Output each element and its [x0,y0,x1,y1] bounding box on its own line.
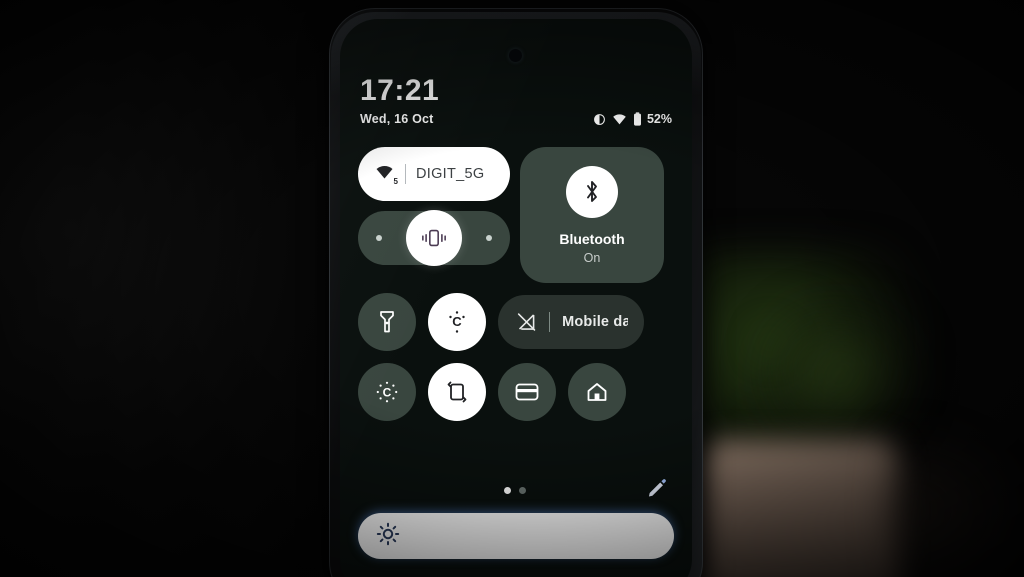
background-plant-pot [700,440,900,577]
bluetooth-icon [566,165,618,218]
tile-divider [405,164,406,184]
background-dark-area [0,0,360,577]
status-icon-group: 52% [593,112,672,126]
wallet-card-icon [515,383,539,401]
wifi-band-badge: 5 [393,176,398,186]
quick-settings-row-3: C [358,363,674,421]
auto-rotate-icon [447,381,467,403]
page-dot-2[interactable] [519,487,526,494]
mobile-data-label[interactable]: Mobile da [562,314,628,330]
clock-time: 17:21 [360,74,440,107]
tile-divider [549,312,551,332]
brightness-auto-tile[interactable]: C [358,363,416,421]
mobile-data-off-icon [517,313,536,331]
photo-scene: 17:21 Wed, 16 Oct 52% 5 DIGIT_5G Bluetoo… [0,0,1024,577]
battery-percentage: 52% [646,112,672,126]
adaptive-brightness-tile[interactable]: C [428,293,486,351]
device-controls-tile[interactable] [568,363,626,421]
front-camera-punch-hole [509,49,522,62]
svg-text:C: C [452,314,462,329]
ringer-mode-tile[interactable] [358,210,510,266]
adaptive-brightness-icon: C [449,311,465,333]
brightness-auto-icon: C [376,381,398,403]
quick-settings-panel: 5 DIGIT_5G Bluetooth On C Mobile da C [358,147,674,433]
brightness-sun-icon [376,522,400,551]
ringer-selected-vibrate[interactable] [406,210,462,266]
battery-icon [633,112,642,126]
clock-date: Wed, 16 Oct [360,112,434,126]
phone-device: 17:21 Wed, 16 Oct 52% 5 DIGIT_5G Bluetoo… [329,8,703,577]
wifi-tile[interactable]: 5 DIGIT_5G [358,147,510,201]
status-bar-row: Wed, 16 Oct 52% [360,112,672,126]
bluetooth-tile-title: Bluetooth [559,230,625,247]
edit-tiles-button[interactable] [646,477,668,504]
quick-settings-row-2: C Mobile da [358,293,674,351]
background-shadow [880,420,1024,577]
vibrate-icon [422,229,446,247]
pencil-edit-icon [648,479,666,497]
bluetooth-tile-status: On [583,250,601,265]
bluetooth-tile[interactable]: Bluetooth On [520,147,664,283]
svg-text:C: C [383,386,392,400]
wifi-ssid-label[interactable]: DIGIT_5G [416,166,484,182]
mobile-data-tile[interactable]: Mobile da [498,295,644,349]
quick-settings-footer [358,477,674,504]
vibrate-icon [593,113,606,126]
brightness-slider[interactable] [358,513,674,559]
ringer-option-silent[interactable] [376,235,382,241]
quick-settings-row-1: 5 DIGIT_5G Bluetooth On [358,147,674,283]
flashlight-icon [380,311,394,333]
home-icon [587,383,607,401]
wifi-icon: 5 [374,164,398,186]
auto-rotate-tile[interactable] [428,363,486,421]
ringer-option-ring[interactable] [486,235,492,241]
page-dot-1-active[interactable] [504,487,511,494]
flashlight-tile[interactable] [358,293,416,351]
wifi-icon [612,113,627,125]
wallet-tile[interactable] [498,363,556,421]
phone-screen: 17:21 Wed, 16 Oct 52% 5 DIGIT_5G Bluetoo… [340,19,692,577]
page-indicator[interactable] [504,487,526,494]
status-bar: 17:21 Wed, 16 Oct 52% [360,74,672,127]
